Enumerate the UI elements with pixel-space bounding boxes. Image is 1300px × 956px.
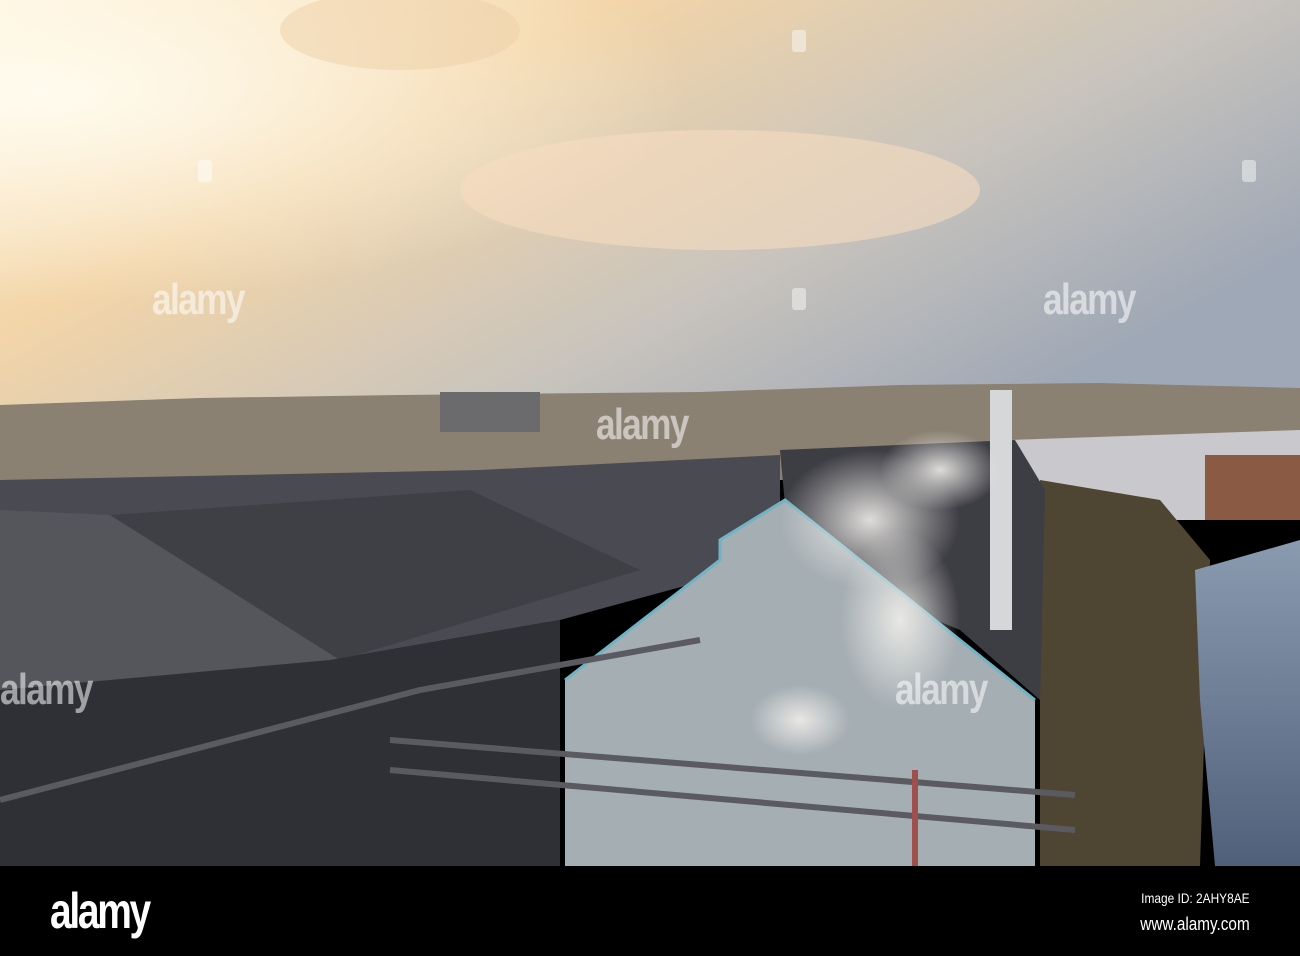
- watermark-mark: [198, 160, 212, 182]
- watermark: alamy: [1043, 275, 1136, 324]
- watermark-mark: [792, 288, 806, 310]
- watermark: alamy: [596, 400, 689, 449]
- chimney: [990, 390, 1012, 630]
- watermark-mark: [792, 30, 806, 52]
- river-bank: [1040, 480, 1210, 866]
- watermark-mark: [1242, 160, 1256, 182]
- alamy-logo: alamy: [50, 883, 151, 939]
- footer-bar: alamy Image ID: 2AHY8AE www.alamy.com: [0, 866, 1300, 956]
- distant-tower: [440, 392, 540, 432]
- watermark: alamy: [152, 275, 245, 324]
- cloud: [460, 130, 980, 250]
- image-id: Image ID: 2AHY8AE: [1141, 890, 1250, 906]
- watermark: alamy: [0, 665, 93, 714]
- river: [1195, 540, 1300, 866]
- watermark: alamy: [895, 665, 988, 714]
- site-url: www.alamy.com: [1140, 914, 1250, 934]
- stock-photo-page: alamy alamy alamy alamy alamy alamy Imag…: [0, 0, 1300, 956]
